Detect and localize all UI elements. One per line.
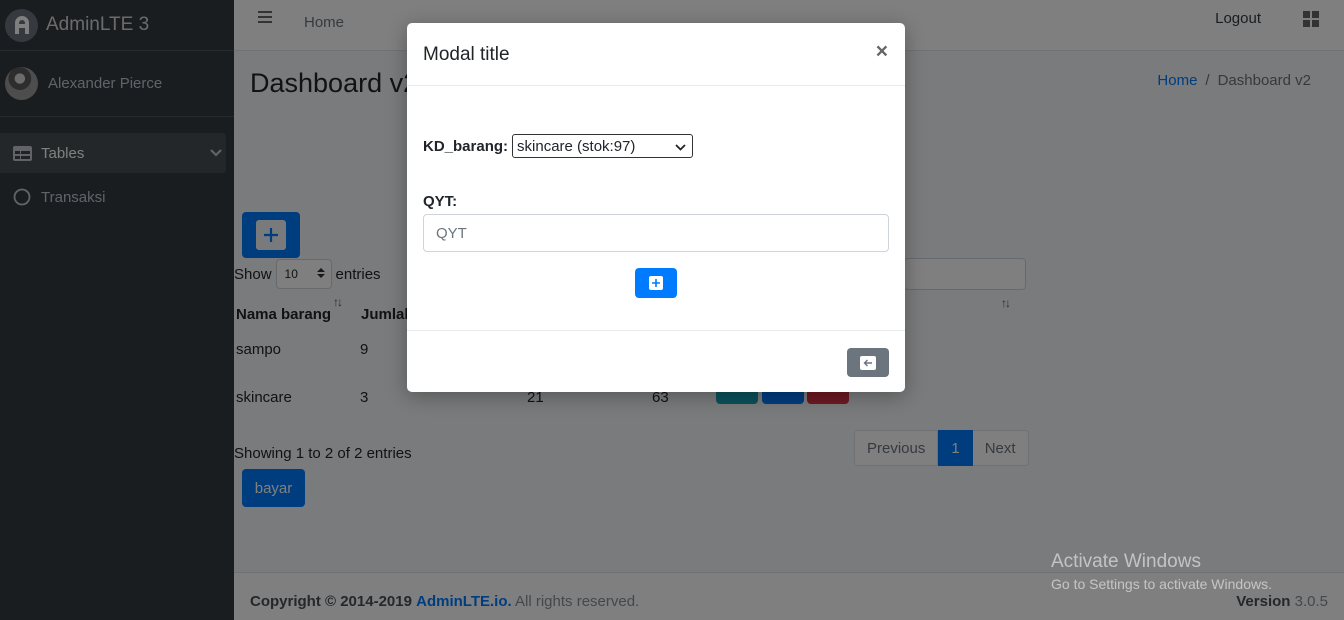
modal-add-button[interactable] — [635, 268, 677, 298]
watermark-subtitle: Go to Settings to activate Windows. — [1051, 576, 1272, 592]
qyt-label: QYT: — [423, 193, 458, 210]
arrow-left-icon — [860, 355, 876, 370]
modal-header: Modal title × — [407, 23, 905, 86]
modal-dialog: Modal title × KD_barang: skincare (stok:… — [407, 23, 905, 392]
plus-square-icon — [649, 276, 663, 290]
chevron-down-icon — [675, 138, 686, 155]
modal-footer — [407, 330, 905, 392]
kd-barang-select[interactable]: skincare (stok:97) — [512, 134, 694, 158]
close-icon[interactable]: × — [876, 40, 888, 64]
qyt-input[interactable]: QYT — [423, 214, 889, 252]
kd-barang-label: KD_barang: — [423, 137, 509, 155]
modal-title: Modal title — [423, 44, 510, 65]
back-button[interactable] — [847, 348, 889, 377]
activate-windows-watermark: Activate Windows Go to Settings to activ… — [1051, 551, 1272, 595]
watermark-title: Activate Windows — [1051, 551, 1201, 572]
kd-barang-group: KD_barang: skincare (stok:97) — [423, 134, 694, 158]
kd-barang-value: skincare (stok:97) — [517, 137, 636, 155]
